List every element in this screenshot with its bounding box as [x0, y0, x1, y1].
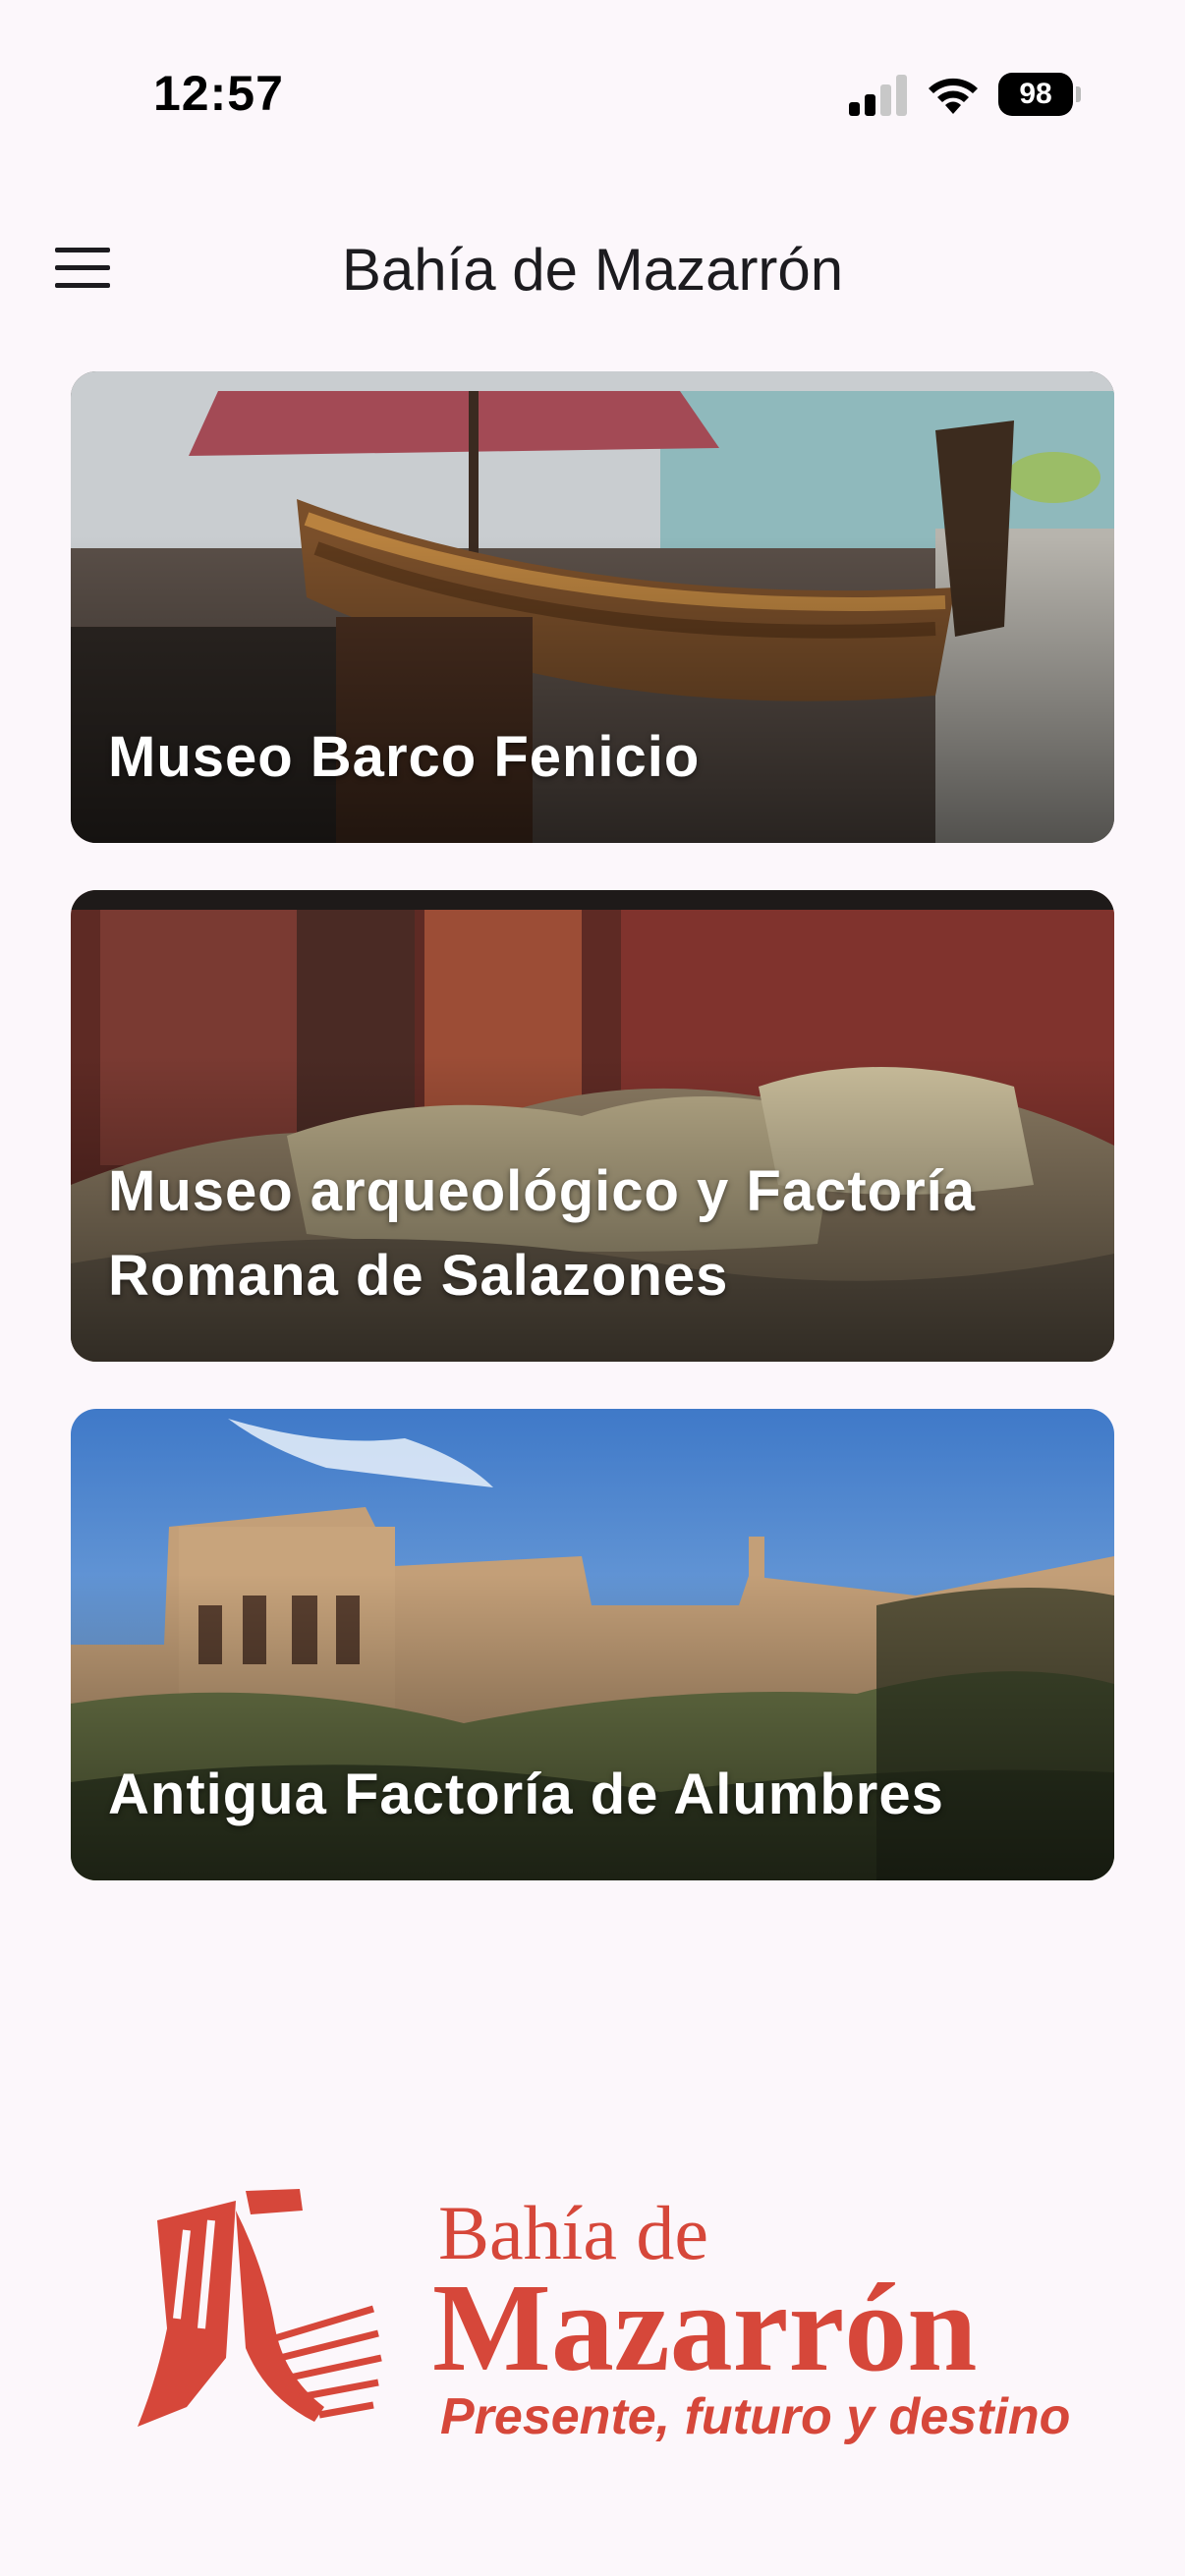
wifi-icon — [929, 78, 978, 114]
status-time: 12:57 — [153, 66, 284, 121]
card-museo-barco-fenicio[interactable]: Museo Barco Fenicio — [71, 371, 1114, 843]
card-title: Museo Barco Fenicio — [108, 725, 701, 789]
logo-tagline: Presente, futuro y destino — [440, 2388, 1071, 2445]
cellular-signal-icon — [849, 75, 908, 116]
card-title: Museo arqueológico y Factoría Romana de … — [108, 1159, 977, 1308]
battery-level: 98 — [1019, 78, 1052, 110]
bahia-de-mazarron-logo: Bahía de Mazarrón Presente, futuro y des… — [128, 2181, 1071, 2456]
card-museo-arqueologico[interactable]: Museo arqueológico y Factoría Romana de … — [71, 890, 1114, 1362]
app-bar: Bahía de Mazarrón — [0, 196, 1185, 344]
status-bar: 12:57 98 — [0, 0, 1185, 187]
ship-logo-icon — [138, 2189, 382, 2427]
card-antigua-factoria-alumbres[interactable]: Antigua Factoría de Alumbres — [71, 1409, 1114, 1880]
app-title: Bahía de Mazarrón — [341, 237, 844, 303]
battery-icon: 98 — [998, 73, 1081, 116]
logo-text-line2: Mazarrón — [432, 2258, 978, 2397]
card-title: Antigua Factoría de Alumbres — [108, 1763, 944, 1826]
